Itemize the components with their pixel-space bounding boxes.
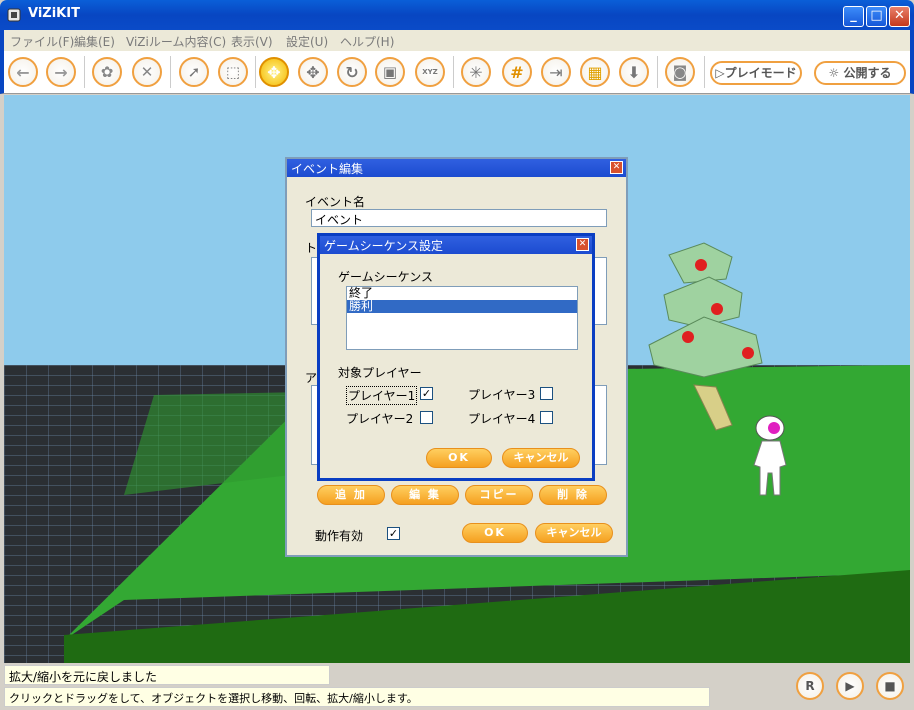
- menu-room-content[interactable]: ViZiルーム内容(C): [126, 33, 226, 50]
- rotate-icon: ↻: [345, 62, 359, 82]
- event-name-label: イベント名: [305, 195, 366, 209]
- download-button[interactable]: ⬇: [619, 57, 649, 87]
- play-mode-button[interactable]: ▷プレイモード: [710, 61, 802, 85]
- sequence-cancel-button[interactable]: キャンセル: [502, 448, 580, 468]
- toolbar-separator: [657, 56, 658, 88]
- toolbar-separator: [704, 56, 705, 88]
- back-button[interactable]: ←: [8, 57, 38, 87]
- trigger-label: ト: [305, 241, 318, 255]
- camera-icon: ◙: [672, 63, 688, 81]
- player3-label: プレイヤー3: [468, 388, 536, 402]
- sequence-item[interactable]: 終了: [347, 287, 577, 300]
- axes-icon: ✳: [469, 62, 483, 82]
- xyz-icon: XYZ: [422, 68, 438, 76]
- enabled-label: 動作有効: [315, 529, 364, 543]
- menu-settings[interactable]: 設定(U): [286, 33, 328, 50]
- event-dialog-titlebar: イベント編集 ✕: [287, 159, 626, 177]
- sequence-dialog-close-button[interactable]: ✕: [576, 238, 589, 251]
- player3-checkbox[interactable]: [540, 387, 553, 400]
- download-icon: ⬇: [627, 62, 641, 82]
- sequence-dialog-title: ゲームシーケンス設定: [324, 239, 444, 253]
- edit-button[interactable]: 編 集: [391, 485, 459, 505]
- grid-on-button[interactable]: #: [502, 57, 532, 87]
- scale-button[interactable]: ▣: [375, 57, 405, 87]
- stop-icon: ■: [884, 679, 896, 693]
- delete-icon: ✕: [140, 63, 154, 81]
- sequence-dialog-titlebar: ゲームシーケンス設定 ✕: [320, 236, 592, 254]
- scale-icon: ▣: [382, 63, 398, 81]
- object-add-icon: ✿: [100, 63, 114, 81]
- minimize-button[interactable]: _: [843, 6, 864, 27]
- toolbar-separator: [84, 56, 85, 88]
- move-icon: ✥: [267, 62, 281, 82]
- pan-icon: ✥: [306, 62, 320, 82]
- player1-checkbox[interactable]: ✓: [420, 387, 433, 400]
- stop-button[interactable]: ■: [876, 672, 904, 700]
- reset-button[interactable]: R: [796, 672, 824, 700]
- event-name-field[interactable]: イベント: [311, 209, 607, 227]
- hint-message: クリックとドラッグをして、オブジェクトを選択し移動、回転、拡大/縮小します。: [4, 687, 710, 707]
- player4-checkbox[interactable]: [540, 411, 553, 424]
- event-dialog-close-button[interactable]: ✕: [610, 161, 623, 174]
- event-dialog-title: イベント編集: [291, 162, 364, 176]
- player2-label: プレイヤー2: [346, 412, 414, 426]
- copy-button[interactable]: コピー: [465, 485, 533, 505]
- box-on-icon: ▦: [587, 62, 603, 82]
- event-cancel-button[interactable]: キャンセル: [535, 523, 613, 543]
- sequence-list[interactable]: 終了 勝利: [346, 286, 578, 350]
- menu-edit[interactable]: 編集(E): [74, 33, 115, 50]
- window-title: ViZiKIT: [28, 6, 80, 21]
- menu-help[interactable]: ヘルプ(H): [340, 33, 394, 50]
- maximize-button[interactable]: □: [866, 6, 887, 27]
- title-bar: ViZiKIT _ □ ✕: [0, 0, 914, 30]
- close-button[interactable]: ✕: [889, 6, 910, 27]
- sequence-label: ゲームシーケンス: [338, 270, 434, 284]
- camera-button[interactable]: ◙: [665, 57, 695, 87]
- grid-on-icon: #: [510, 62, 524, 82]
- enabled-checkbox[interactable]: ✓: [387, 527, 400, 540]
- remove-button[interactable]: 削 除: [539, 485, 607, 505]
- status-message: 拡大/縮小を元に戻しました: [4, 665, 330, 685]
- toolbar-separator: [170, 56, 171, 88]
- toolbar-separator: [453, 56, 454, 88]
- rotate-button[interactable]: ↻: [337, 57, 367, 87]
- snap-off-icon: ⇥: [549, 62, 563, 82]
- target-player-label: 対象プレイヤー: [338, 366, 422, 380]
- reset-icon: R: [805, 679, 815, 693]
- sequence-item-selected[interactable]: 勝利: [347, 300, 577, 313]
- game-sequence-dialog: ゲームシーケンス設定 ✕ ゲームシーケンス 終了 勝利 対象プレイヤー プレイヤ…: [317, 233, 595, 481]
- axes-button[interactable]: ✳: [461, 57, 491, 87]
- box-on-button[interactable]: ▦: [580, 57, 610, 87]
- pan-button[interactable]: ✥: [298, 57, 328, 87]
- select-area-button[interactable]: ⬚: [218, 57, 248, 87]
- player1-label: プレイヤー1: [346, 386, 418, 405]
- player2-checkbox[interactable]: [420, 411, 433, 424]
- forward-icon: →: [54, 62, 68, 82]
- toolbar: ← → ✿ ✕ ➚ ⬚ ✥ ✥ ↻ ▣ XYZ ✳ # ⇥ ▦ ⬇ ◙ ▷プレイ…: [0, 51, 914, 94]
- toolbar-separator: [255, 56, 256, 88]
- snap-off-button[interactable]: ⇥: [541, 57, 571, 87]
- play-icon: ▶: [845, 679, 855, 693]
- select-area-icon: ⬚: [225, 63, 241, 81]
- action-label: ア: [305, 371, 318, 385]
- forward-button[interactable]: →: [46, 57, 76, 87]
- xyz-button[interactable]: XYZ: [415, 57, 445, 87]
- app-icon: [7, 8, 21, 22]
- select-arrow-icon: ➚: [187, 63, 201, 81]
- player4-label: プレイヤー4: [468, 412, 536, 426]
- select-arrow-button[interactable]: ➚: [179, 57, 209, 87]
- menu-view[interactable]: 表示(V): [231, 33, 273, 50]
- object-add-button[interactable]: ✿: [92, 57, 122, 87]
- move-button[interactable]: ✥: [259, 57, 289, 87]
- event-ok-button[interactable]: OK: [462, 523, 528, 543]
- menu-bar: ファイル(F) 編集(E) ViZiルーム内容(C) 表示(V) 設定(U) ヘ…: [0, 30, 914, 51]
- back-icon: ←: [16, 62, 30, 82]
- play-button[interactable]: ▶: [836, 672, 864, 700]
- sequence-ok-button[interactable]: OK: [426, 448, 492, 468]
- menu-file[interactable]: ファイル(F): [10, 33, 74, 50]
- delete-button[interactable]: ✕: [132, 57, 162, 87]
- add-button[interactable]: 追 加: [317, 485, 385, 505]
- publish-button[interactable]: ☼ 公開する: [814, 61, 906, 85]
